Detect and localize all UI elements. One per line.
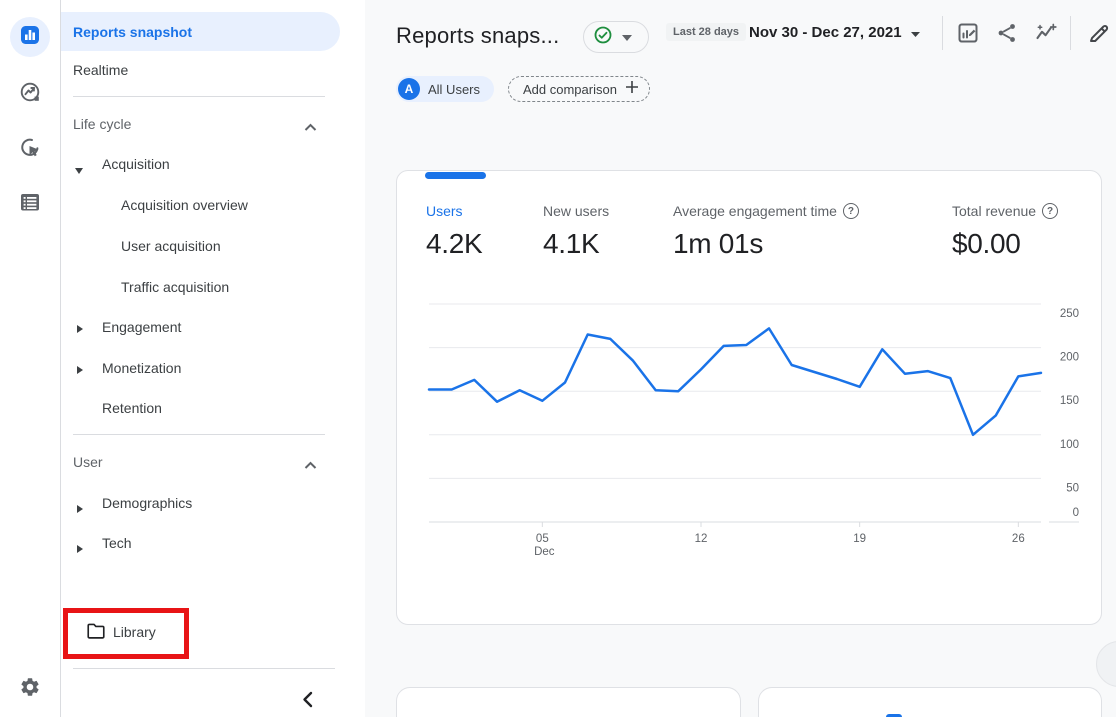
sidebar-item-library[interactable]: Library <box>113 624 156 640</box>
section-user: User <box>73 454 103 470</box>
divider <box>73 668 335 669</box>
collapsed-arrow-icon[interactable] <box>77 320 83 338</box>
explore-icon[interactable] <box>18 80 42 104</box>
divider <box>73 96 325 97</box>
customize-report-icon[interactable] <box>956 21 980 45</box>
reports-icon <box>18 23 42 52</box>
chevron-down-icon <box>622 28 632 46</box>
sidebar-item-retention[interactable]: Retention <box>102 400 162 416</box>
svg-text:Dec: Dec <box>534 546 555 558</box>
report-status-dropdown[interactable] <box>583 21 649 53</box>
configure-icon[interactable] <box>18 190 42 214</box>
svg-text:19: 19 <box>853 533 866 545</box>
sidebar-item-engagement[interactable]: Engagement <box>102 319 181 335</box>
svg-text:200: 200 <box>1060 352 1079 364</box>
svg-text:26: 26 <box>1012 533 1025 545</box>
collapse-section-icon[interactable] <box>304 119 317 137</box>
sidebar-item-monetization[interactable]: Monetization <box>102 360 181 376</box>
edit-pencil-icon[interactable] <box>1087 21 1111 45</box>
date-range-text: Nov 30 - Dec 27, 2021 <box>749 24 902 41</box>
folder-icon <box>86 622 106 645</box>
date-range-badge[interactable]: Last 28 days <box>666 23 746 41</box>
advertising-icon[interactable] <box>18 135 42 159</box>
bottom-left-card <box>396 687 741 717</box>
admin-gear-icon[interactable] <box>19 676 43 700</box>
divider <box>942 16 943 50</box>
floating-button-clipped[interactable] <box>1096 641 1116 687</box>
bottom-right-card <box>758 687 1102 717</box>
share-icon[interactable] <box>995 21 1019 45</box>
sidebar-item-traffic-acquisition[interactable]: Traffic acquisition <box>121 279 229 295</box>
svg-text:250: 250 <box>1060 308 1079 320</box>
comparison-chip-all-users[interactable]: A All Users <box>396 76 494 102</box>
section-life-cycle: Life cycle <box>73 116 131 132</box>
svg-text:50: 50 <box>1066 482 1079 494</box>
users-line-chart: 0 50 100 150 200 250 05Dec 12 19 26 <box>397 171 1103 626</box>
svg-text:12: 12 <box>695 533 708 545</box>
date-range-selector[interactable]: Nov 30 - Dec 27, 2021 <box>749 24 920 41</box>
svg-text:0: 0 <box>1073 507 1079 519</box>
sidebar-item-label: Reports snapshot <box>73 24 192 40</box>
add-comparison-button[interactable]: Add comparison <box>508 76 650 102</box>
sidebar-item-acquisition-overview[interactable]: Acquisition overview <box>121 197 248 213</box>
add-comparison-label: Add comparison <box>509 82 625 97</box>
divider <box>1070 16 1071 50</box>
collapse-sidebar-icon[interactable] <box>301 691 314 713</box>
all-users-label: All Users <box>420 82 494 97</box>
check-circle-icon <box>593 25 613 50</box>
divider <box>73 434 325 435</box>
all-users-avatar: A <box>398 78 420 100</box>
nav-rail <box>0 0 61 717</box>
sidebar-item-tech[interactable]: Tech <box>102 535 132 551</box>
sidebar-item-realtime[interactable]: Realtime <box>73 62 128 78</box>
plus-icon <box>625 80 649 99</box>
collapsed-arrow-icon[interactable] <box>77 361 83 379</box>
svg-text:100: 100 <box>1060 439 1079 451</box>
sidebar-item-acquisition[interactable]: Acquisition <box>102 156 170 172</box>
chevron-down-icon <box>911 24 920 41</box>
insights-icon[interactable] <box>1034 21 1058 45</box>
collapse-section-icon[interactable] <box>304 457 317 475</box>
svg-text:05: 05 <box>536 533 549 545</box>
expanded-arrow-icon[interactable] <box>75 161 83 179</box>
svg-text:150: 150 <box>1060 395 1079 407</box>
sidebar-item-user-acquisition[interactable]: User acquisition <box>121 238 221 254</box>
sidebar-item-demographics[interactable]: Demographics <box>102 495 192 511</box>
page-title: Reports snaps... <box>396 23 559 49</box>
sidebar-item-reports-snapshot[interactable]: Reports snapshot <box>61 12 340 51</box>
collapsed-arrow-icon[interactable] <box>77 500 83 518</box>
collapsed-arrow-icon[interactable] <box>77 540 83 558</box>
nav-reports-active[interactable] <box>10 17 50 57</box>
reports-snapshot-overview-card: Users 4.2K New users 4.1K Average engage… <box>396 170 1102 625</box>
report-nav-sidebar: Reports snapshot Realtime Life cycle Acq… <box>61 0 365 717</box>
